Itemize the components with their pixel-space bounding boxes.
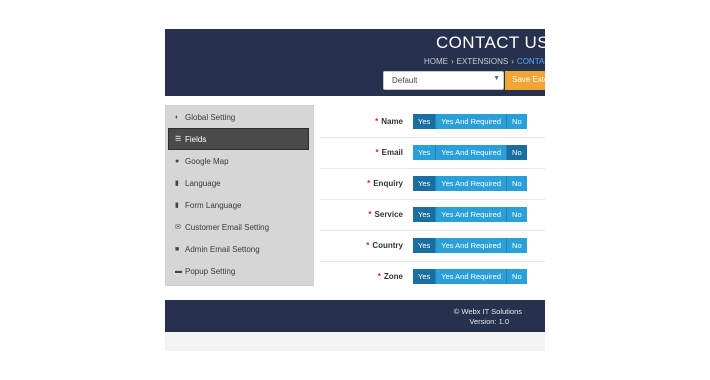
option-yes-required-button[interactable]: Yes And Required <box>436 145 508 160</box>
field-label: * Enquiry <box>367 179 403 188</box>
field-row-email: * Email Yes Yes And Required No <box>320 138 545 169</box>
field-label: * Zone <box>378 272 403 281</box>
field-label: * Name <box>375 117 403 126</box>
option-no-button[interactable]: No <box>507 207 527 222</box>
map-marker-icon: ● <box>175 157 180 165</box>
page-title: CONTACT US <box>436 33 545 52</box>
option-no-button[interactable]: No <box>507 238 527 253</box>
option-yes-required-button[interactable]: Yes And Required <box>436 269 508 284</box>
field-label-text: Name <box>381 117 403 126</box>
folder-icon: ▬ <box>175 267 182 275</box>
field-label-text: Service <box>374 210 403 219</box>
sidebar-item-customer-email-setting[interactable]: ✉ Customer Email Setting <box>166 216 313 238</box>
page-header: CONTACT US HOME›EXTENSIONS›CONTACT Defau… <box>165 29 545 96</box>
option-yes-button[interactable]: Yes <box>413 238 437 253</box>
sidebar-item-popup-setting[interactable]: ▬ Popup Setting <box>166 260 313 282</box>
field-row-enquiry: * Enquiry Yes Yes And Required No <box>320 169 545 200</box>
footer-company: © Webx IT Solutions <box>453 307 522 316</box>
sidebar-item-label: Google Map <box>185 156 229 166</box>
required-marker: * <box>366 241 370 250</box>
required-marker: * <box>375 117 379 126</box>
sidebar-item-google-map[interactable]: ● Google Map <box>166 150 313 172</box>
option-yes-button[interactable]: Yes <box>413 145 437 160</box>
sidebar-item-label: Popup Setting <box>185 266 236 276</box>
option-yes-required-button[interactable]: Yes And Required <box>436 238 508 253</box>
breadcrumb-extensions[interactable]: EXTENSIONS <box>457 57 509 66</box>
service-toggle-group: Yes Yes And Required No <box>413 207 527 222</box>
zone-toggle-group: Yes Yes And Required No <box>413 269 527 284</box>
save-button[interactable]: Save Exten <box>505 71 545 90</box>
breadcrumb-separator-icon: › <box>451 57 454 66</box>
country-toggle-group: Yes Yes And Required No <box>413 238 527 253</box>
store-select[interactable]: Default ▼ <box>383 71 504 90</box>
option-no-button[interactable]: No <box>507 176 527 191</box>
chevron-down-icon: ▼ <box>493 75 500 82</box>
required-marker: * <box>375 148 379 157</box>
settings-sidebar: ◐ Global Setting ☰ Fields ● Google Map ▮ Lan… <box>165 105 314 286</box>
option-no-button[interactable]: No <box>507 145 527 160</box>
breadcrumb-current[interactable]: CONTACT <box>517 57 545 66</box>
field-label: * Country <box>366 241 403 250</box>
store-select-value: Default <box>392 76 418 85</box>
option-yes-button[interactable]: Yes <box>413 176 437 191</box>
name-toggle-group: Yes Yes And Required No <box>413 114 527 129</box>
sidebar-item-label: Fields <box>185 134 207 144</box>
field-label-text: Email <box>381 148 403 157</box>
field-label: * Email <box>376 148 403 157</box>
field-label-text: Country <box>372 241 403 250</box>
sidebar-item-fields[interactable]: ☰ Fields <box>168 128 309 150</box>
bottom-strip <box>165 332 545 351</box>
option-no-button[interactable]: No <box>507 269 527 284</box>
breadcrumb-home[interactable]: HOME <box>424 57 448 66</box>
sidebar-item-label: Language <box>185 178 221 188</box>
sidebar-item-label: Global Setting <box>185 112 236 122</box>
field-row-country: * Country Yes Yes And Required No <box>320 231 545 262</box>
email-toggle-group: Yes Yes And Required No <box>413 145 527 160</box>
field-label: * Service <box>368 210 403 219</box>
breadcrumb: HOME›EXTENSIONS›CONTACT <box>424 57 545 66</box>
option-yes-button[interactable]: Yes <box>413 114 437 129</box>
lock-icon: ■ <box>175 245 180 253</box>
required-marker: * <box>377 272 381 281</box>
option-yes-required-button[interactable]: Yes And Required <box>436 114 508 129</box>
option-yes-button[interactable]: Yes <box>413 207 437 222</box>
page-footer: © Webx IT Solutions Version: 1.0 <box>165 300 545 332</box>
field-row-name: * Name Yes Yes And Required No <box>320 107 545 138</box>
footer-version: Version: 1.0 <box>469 317 509 326</box>
sidebar-item-label: Admin Email Settong <box>185 244 260 254</box>
field-label-text: Zone <box>383 272 403 281</box>
sidebar-item-label: Form Language <box>185 200 242 210</box>
language-icon: ▮ <box>175 202 179 209</box>
sidebar-item-language[interactable]: ▮ Language <box>166 172 313 194</box>
option-yes-required-button[interactable]: Yes And Required <box>436 176 508 191</box>
envelope-icon: ✉ <box>175 224 181 231</box>
option-no-button[interactable]: No <box>507 114 527 129</box>
app-window: CONTACT US HOME›EXTENSIONS›CONTACT Defau… <box>165 29 545 351</box>
language-icon: ▮ <box>175 180 179 187</box>
option-yes-button[interactable]: Yes <box>413 269 437 284</box>
field-row-service: * Service Yes Yes And Required No <box>320 200 545 231</box>
option-yes-required-button[interactable]: Yes And Required <box>436 207 508 222</box>
breadcrumb-separator-icon: › <box>511 57 514 66</box>
sidebar-item-label: Customer Email Setting <box>185 222 270 232</box>
enquiry-toggle-group: Yes Yes And Required No <box>413 176 527 191</box>
sidebar-item-form-language[interactable]: ▮ Form Language <box>166 194 313 216</box>
sidebar-item-admin-email-setting[interactable]: ■ Admin Email Settong <box>166 238 313 260</box>
required-marker: * <box>367 179 371 188</box>
required-marker: * <box>368 210 372 219</box>
list-icon: ☰ <box>175 136 182 143</box>
field-row-zone: * Zone Yes Yes And Required No <box>320 262 545 293</box>
field-label-text: Enquiry <box>373 179 403 188</box>
dashboard-icon: ◐ <box>175 113 180 121</box>
sidebar-item-global-setting[interactable]: ◐ Global Setting <box>166 106 313 128</box>
